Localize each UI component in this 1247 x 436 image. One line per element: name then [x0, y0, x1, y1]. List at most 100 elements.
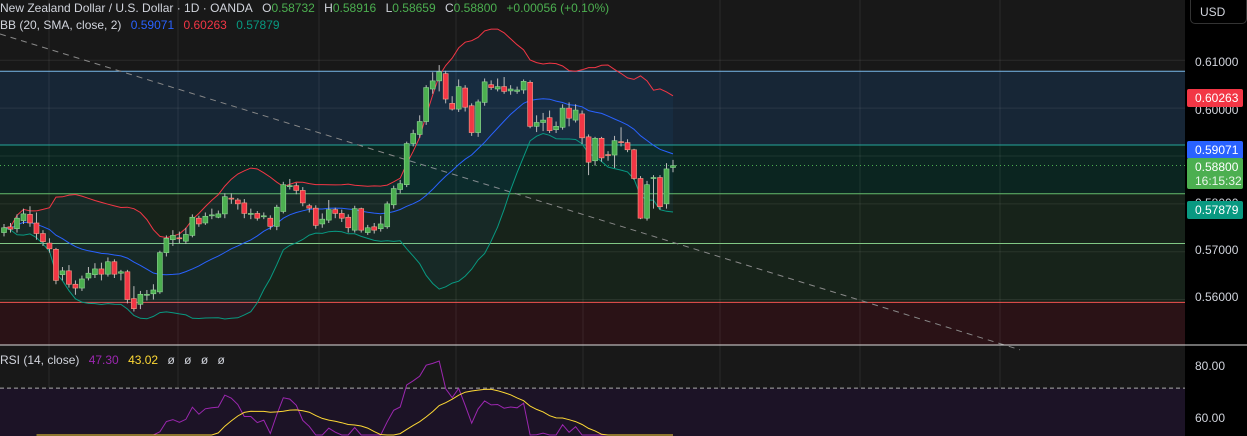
candle-body: [20, 213, 27, 221]
candle-body: [118, 271, 124, 274]
candle-body: [280, 184, 287, 212]
candle-body: [176, 237, 183, 240]
candle-body: [507, 88, 514, 92]
bb-basis-badge: 0.59071: [1187, 141, 1243, 159]
candle-body: [59, 270, 66, 275]
candle-body: [27, 214, 33, 224]
rsi-ma-value: 43.02: [128, 353, 159, 367]
price-tick: 0.61000: [1195, 55, 1239, 69]
candle-body: [351, 208, 358, 231]
candle-body: [598, 137, 605, 159]
candle-body: [325, 209, 332, 221]
symbol-title: New Zealand Dollar / U.S. Dollar · 1D · …: [0, 1, 253, 15]
candle-body: [377, 223, 384, 230]
candle-body: [410, 133, 416, 144]
candle-body: [92, 268, 98, 275]
bb-legend[interactable]: BB (20, SMA, close, 2) 0.59071 0.60263 0…: [0, 18, 286, 32]
price-tick: 0.56000: [1195, 290, 1239, 304]
candle-body: [384, 203, 391, 228]
candle-body: [33, 222, 40, 234]
candle-body: [40, 233, 46, 242]
candle-body: [436, 71, 442, 82]
candle-body: [338, 213, 345, 219]
low-value: 0.58659: [392, 1, 436, 15]
candle-body: [657, 177, 663, 208]
candle-body: [618, 141, 624, 143]
candle-body: [299, 190, 306, 204]
last-price-badge: 0.58800 16:15:32: [1187, 158, 1243, 189]
candle-body: [397, 183, 404, 190]
candle-body: [85, 272, 92, 279]
candle-body: [137, 293, 144, 305]
candle-body: [546, 117, 553, 131]
bb-lower-value: 0.57879: [236, 18, 280, 32]
rsi-tick: 80.00: [1195, 359, 1226, 373]
candle-body: [306, 205, 313, 209]
candle-body: [196, 217, 202, 225]
rsi-na-value: ø: [184, 353, 192, 367]
candle-body: [462, 87, 468, 108]
candle-body: [494, 86, 501, 90]
candle-body: [481, 81, 488, 103]
candle-body: [455, 86, 462, 110]
candle-body: [66, 270, 72, 285]
open-value: 0.58732: [271, 1, 315, 15]
last-price: 0.58800: [1195, 160, 1239, 174]
candle-body: [605, 154, 611, 156]
rsi-na-value: ø: [167, 353, 175, 367]
high-label: H: [324, 1, 333, 15]
currency-button[interactable]: USD: [1190, 0, 1247, 24]
candle-body: [79, 278, 85, 289]
candle-body: [254, 213, 261, 219]
candle-body: [533, 122, 540, 127]
candle-body: [429, 80, 436, 90]
candle-body: [592, 137, 598, 162]
candle-body: [228, 197, 235, 200]
candle-body: [98, 268, 105, 275]
candle-body: [7, 226, 14, 230]
rsi-tick: 60.00: [1195, 411, 1226, 425]
candle-body: [553, 126, 559, 130]
bb-label: BB (20, SMA, close, 2): [0, 18, 122, 32]
candle-body: [566, 107, 572, 119]
candle-body: [222, 196, 228, 215]
rsi-legend[interactable]: RSI (14, close) 47.30 43.02 ø ø ø ø: [0, 353, 231, 367]
candle-body: [248, 213, 254, 215]
candle-body: [131, 298, 137, 309]
candle-body: [183, 234, 189, 242]
candle-body: [520, 81, 527, 91]
candle-body: [403, 143, 410, 186]
candle-body: [273, 206, 280, 227]
candle-body: [209, 214, 215, 217]
candle-body: [150, 289, 157, 295]
rsi-na-value: ø: [200, 353, 209, 367]
close-label: C: [445, 1, 454, 15]
candle-body: [235, 199, 241, 205]
candle-body: [345, 216, 352, 229]
candle-body: [488, 84, 494, 88]
bar-countdown: 16:15:32: [1195, 174, 1242, 188]
candle-body: [332, 209, 339, 214]
candle-body: [540, 119, 546, 123]
candle-body: [319, 218, 326, 225]
candle-body: [312, 207, 319, 226]
candle-body: [163, 237, 170, 253]
candle-body: [514, 89, 520, 92]
rsi-value: 47.30: [88, 353, 119, 367]
candle-body: [53, 248, 59, 281]
candle-body: [371, 226, 378, 231]
rsi-band: [0, 388, 1185, 436]
symbol-legend: New Zealand Dollar / U.S. Dollar · 1D · …: [0, 1, 615, 15]
candle-body: [144, 293, 150, 296]
candle-body: [170, 235, 176, 241]
candle-body: [215, 213, 222, 218]
candle-body: [364, 227, 371, 233]
price-chart[interactable]: [0, 0, 1247, 436]
close-value: 0.58800: [453, 1, 498, 15]
bb-upper-badge: 0.60263: [1187, 89, 1243, 107]
high-value: 0.58916: [332, 1, 377, 15]
candle-body: [624, 142, 631, 151]
candle-body: [72, 283, 79, 289]
bb-basis-value: 0.59071: [130, 18, 175, 32]
candle-body: [501, 86, 507, 92]
